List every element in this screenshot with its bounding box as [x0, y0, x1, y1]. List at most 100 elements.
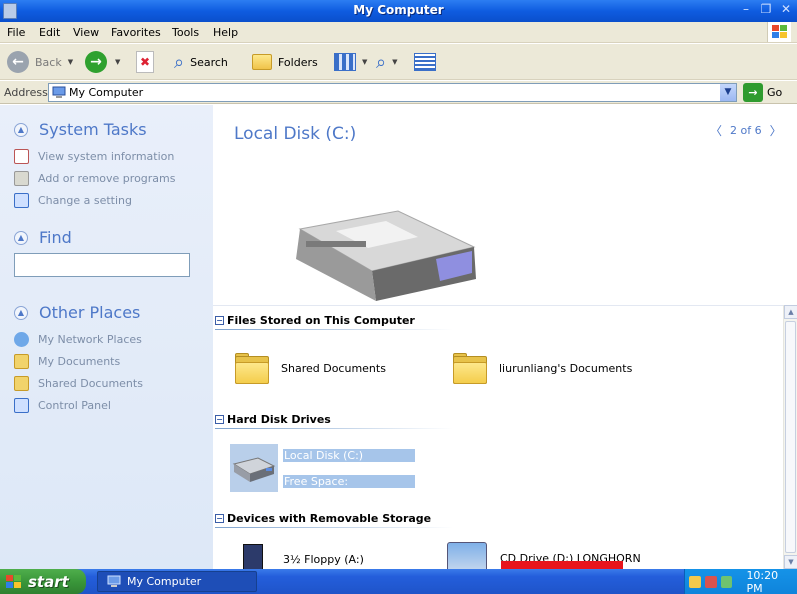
folders-label: Folders: [278, 55, 318, 69]
place-label: My Network Places: [38, 333, 142, 346]
next-icon[interactable]: 〉: [770, 122, 782, 139]
preview-title: Local Disk (C:): [234, 124, 357, 144]
menu-tools[interactable]: Tools: [172, 26, 199, 39]
taskbar-label: My Computer: [127, 575, 202, 588]
back-button[interactable]: ← Back ▼: [7, 50, 73, 74]
minimize-icon[interactable]: –: [737, 1, 755, 19]
back-arrow-icon: ←: [7, 51, 29, 73]
other-places-header[interactable]: ▲ Other Places: [14, 303, 140, 322]
view-system-info-link[interactable]: View system information: [14, 149, 174, 164]
search-button[interactable]: ⌕ Search: [174, 50, 228, 74]
details-view-button[interactable]: [414, 50, 436, 74]
restore-icon[interactable]: ❐: [757, 1, 775, 19]
menu-view[interactable]: View: [73, 26, 99, 39]
find-title: Find: [39, 228, 72, 247]
clock[interactable]: 10:20 PM: [746, 569, 797, 594]
item-label: 3½ Floppy (A:): [283, 552, 364, 566]
taskbar-my-computer[interactable]: My Computer: [97, 571, 257, 592]
address-label: Address: [4, 86, 48, 99]
item-label: Shared Documents: [281, 361, 386, 375]
collapse-icon[interactable]: ▲: [14, 122, 28, 137]
section-header[interactable]: − Hard Disk Drives: [215, 413, 331, 426]
menu-help[interactable]: Help: [213, 26, 238, 39]
chevron-down-icon[interactable]: ▼: [362, 58, 367, 66]
user-documents-item[interactable]: liurunliang's Documents: [451, 350, 632, 386]
chevron-down-icon[interactable]: ▼: [115, 58, 120, 66]
menu-bar: File Edit View Favorites Tools Help: [0, 22, 797, 43]
place-label: Control Panel: [38, 399, 111, 412]
control-panel-icon: [14, 398, 29, 413]
add-remove-programs-link[interactable]: Add or remove programs: [14, 171, 176, 186]
system-tray: 10:20 PM: [684, 569, 797, 594]
search-options-button[interactable]: ⌕ ▼: [376, 50, 397, 74]
back-label: Back: [35, 55, 62, 69]
go-arrow-icon: →: [743, 83, 763, 102]
shared-documents-link[interactable]: Shared Documents: [14, 376, 143, 391]
scroll-up-icon[interactable]: ▲: [784, 305, 797, 319]
chevron-down-icon[interactable]: ▼: [720, 84, 736, 101]
my-documents-link[interactable]: My Documents: [14, 354, 120, 369]
find-header[interactable]: ▲ Find: [14, 228, 72, 247]
my-network-places-link[interactable]: My Network Places: [14, 332, 142, 347]
tray-volume-icon[interactable]: [720, 575, 733, 588]
shared-documents-item[interactable]: Shared Documents: [233, 350, 386, 386]
file-list: − Files Stored on This Computer Shared D…: [213, 305, 783, 569]
section-divider: [215, 428, 453, 429]
details-view-icon: [414, 53, 436, 71]
system-tasks-title: System Tasks: [39, 120, 147, 139]
section-divider: [215, 527, 453, 528]
collapse-icon[interactable]: −: [215, 316, 224, 325]
menu-favorites[interactable]: Favorites: [111, 26, 161, 39]
my-documents-icon: [14, 354, 29, 369]
tray-network-icon[interactable]: [704, 575, 717, 588]
previous-icon[interactable]: 〈: [710, 122, 722, 139]
task-pane: ▲ System Tasks View system information A…: [0, 105, 213, 569]
control-panel-icon: [14, 193, 29, 208]
section-title: Files Stored on This Computer: [227, 314, 415, 327]
start-label: start: [28, 572, 69, 591]
folder-icon: [14, 376, 29, 391]
delete-icon: ✖: [136, 51, 154, 73]
folders-button[interactable]: Folders: [252, 50, 318, 74]
menu-file[interactable]: File: [7, 26, 25, 39]
folder-icon: [233, 350, 269, 386]
collapse-icon[interactable]: −: [215, 415, 224, 424]
chevron-down-icon[interactable]: ▼: [68, 58, 73, 66]
search-icon: ⌕: [376, 51, 387, 73]
taskbar: start My Computer 10:20 PM: [0, 569, 797, 594]
collapse-icon[interactable]: ▲: [14, 230, 28, 245]
collapse-icon[interactable]: ▲: [14, 305, 28, 320]
views-button[interactable]: ▼: [334, 50, 367, 74]
vertical-scrollbar[interactable]: ▲ ▼: [783, 305, 797, 569]
find-input[interactable]: [14, 253, 190, 277]
section-title: Devices with Removable Storage: [227, 512, 432, 525]
collapse-icon[interactable]: −: [215, 514, 224, 523]
change-setting-link[interactable]: Change a setting: [14, 193, 132, 208]
cd-drive-icon: [447, 542, 487, 569]
menu-edit[interactable]: Edit: [39, 26, 60, 39]
free-space-label: Free Space: 38,307,288 KB: [283, 475, 415, 501]
start-button[interactable]: start: [0, 569, 86, 594]
address-input[interactable]: My Computer ▼: [48, 83, 737, 102]
forward-button[interactable]: → ▼: [85, 50, 120, 74]
search-label: Search: [190, 55, 228, 69]
go-button[interactable]: → Go: [743, 83, 782, 102]
preview-pager: 〈 2 of 6 〉: [710, 122, 782, 139]
pager-count: 2 of 6: [730, 124, 762, 137]
content-pane: Local Disk (C:) 〈 2 of 6 〉 − Files Store…: [213, 105, 797, 569]
item-label: liurunliang's Documents: [499, 361, 633, 375]
views-icon: [334, 53, 356, 71]
scroll-down-icon[interactable]: ▼: [784, 555, 797, 569]
close-icon[interactable]: ✕: [777, 1, 795, 19]
stop-button[interactable]: ✖: [136, 50, 154, 74]
floppy-drive-item[interactable]: 3½ Floppy (A:): [243, 544, 364, 569]
address-value: My Computer: [69, 86, 144, 99]
tray-key-icon[interactable]: [689, 575, 701, 588]
control-panel-link[interactable]: Control Panel: [14, 398, 111, 413]
section-header[interactable]: − Devices with Removable Storage: [215, 512, 431, 525]
scroll-thumb[interactable]: [785, 321, 796, 553]
system-tasks-header[interactable]: ▲ System Tasks: [14, 120, 147, 139]
chevron-down-icon[interactable]: ▼: [392, 58, 397, 66]
address-bar: Address My Computer ▼ → Go: [0, 81, 797, 104]
section-header[interactable]: − Files Stored on This Computer: [215, 314, 415, 327]
